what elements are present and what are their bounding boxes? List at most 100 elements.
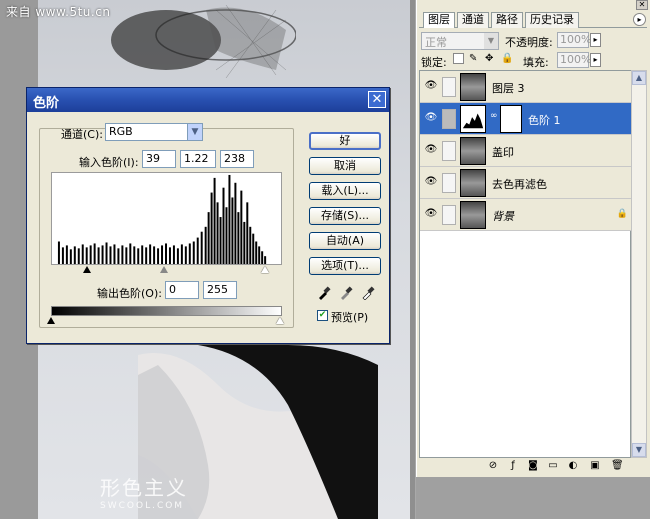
ok-button[interactable]: 好	[309, 132, 381, 150]
save-button[interactable]: 存储(S)...	[309, 207, 381, 225]
opacity-label: 不透明度:	[505, 36, 553, 49]
scroll-up-icon[interactable]: ▲	[632, 71, 646, 85]
input-gamma-field[interactable]: 1.22	[180, 150, 216, 168]
chevron-down-icon: ▼	[187, 124, 202, 140]
layer-name: 盖印	[492, 146, 514, 159]
opacity-arrow-icon[interactable]: ▸	[590, 33, 601, 47]
histogram	[51, 172, 282, 265]
channel-value: RGB	[109, 125, 133, 138]
layer-row[interactable]: 👁 盖印	[420, 135, 632, 167]
channel-select[interactable]: RGB ▼	[105, 123, 203, 141]
panel-close-icon[interactable]: ✕	[636, 0, 648, 10]
layer-thumbnail	[460, 137, 486, 165]
trash-icon[interactable]: 🗑	[611, 460, 624, 472]
logo-text: 形色主义	[100, 476, 188, 500]
workspace-background	[416, 477, 650, 519]
layers-scrollbar[interactable]: ▲ ▼	[631, 70, 647, 458]
output-black-slider[interactable]	[47, 317, 55, 324]
link-layers-icon[interactable]: ⊘	[487, 460, 499, 472]
layer-name: 色阶 1	[528, 114, 561, 127]
tab-history[interactable]: 历史记录	[525, 12, 579, 28]
preview-checkbox[interactable]: ✔	[317, 310, 328, 321]
tab-paths[interactable]: 路径	[491, 12, 523, 28]
panel-tabs: 图层 通道 路径 历史记录	[419, 12, 647, 28]
input-white-field[interactable]: 238	[220, 150, 254, 168]
options-button[interactable]: 选项(T)...	[309, 257, 381, 275]
layer-mask-link-icon[interactable]	[442, 109, 456, 129]
link-slot[interactable]	[442, 77, 456, 97]
logo-url: SWCOOL.COM	[100, 501, 185, 511]
panel-menu-icon[interactable]: ▸	[633, 13, 646, 26]
white-eyedropper-icon[interactable]	[361, 286, 375, 300]
hat-image	[111, 4, 296, 79]
layer-row[interactable]: 👁 背景 🔒	[420, 199, 632, 231]
input-gamma-slider[interactable]	[160, 266, 168, 273]
eye-icon[interactable]: 👁	[424, 209, 438, 219]
fill-label: 填充:	[523, 56, 549, 69]
output-white-field[interactable]: 255	[203, 281, 237, 299]
lock-icon: 🔒	[616, 209, 628, 219]
layer-thumbnail	[460, 169, 486, 197]
output-white-slider[interactable]	[276, 317, 284, 324]
link-slot[interactable]	[442, 173, 456, 193]
opacity-field[interactable]: 100%	[557, 32, 591, 48]
chain-icon: ∞	[490, 111, 498, 121]
input-levels-label: 输入色阶(I):	[79, 156, 139, 169]
link-slot[interactable]	[442, 141, 456, 161]
layer-style-icon[interactable]: ƒ	[507, 460, 519, 472]
cancel-button[interactable]: 取消	[309, 157, 381, 175]
adjustment-layer-icon[interactable]: ◐	[567, 460, 579, 472]
levels-adjustment-icon	[460, 105, 486, 133]
input-white-slider[interactable]	[261, 266, 269, 273]
layer-name: 背景	[492, 210, 514, 223]
output-gradient	[51, 306, 282, 316]
scroll-down-icon[interactable]: ▼	[632, 443, 646, 457]
input-black-slider[interactable]	[83, 266, 91, 273]
lock-all-icon[interactable]: 🔒	[501, 53, 513, 64]
new-group-icon[interactable]: ▭	[547, 460, 559, 472]
layer-row[interactable]: 👁 去色再滤色	[420, 167, 632, 199]
new-layer-icon[interactable]: ▣	[589, 460, 601, 472]
eye-icon[interactable]: 👁	[424, 113, 438, 123]
input-black-field[interactable]: 39	[142, 150, 176, 168]
dialog-title: 色阶	[33, 96, 60, 111]
chevron-down-icon: ▼	[484, 33, 498, 49]
preview-label: 预览(P)	[331, 311, 369, 324]
blend-mode-select[interactable]: 正常 ▼	[421, 32, 499, 50]
source-watermark: 来自 www.5tu.cn	[6, 5, 111, 19]
layer-name: 去色再滤色	[492, 178, 547, 191]
layer-row[interactable]: 👁 图层 3	[420, 71, 632, 103]
layers-footer: ⊘ ƒ ◙ ▭ ◐ ▣ 🗑	[417, 458, 649, 476]
layer-row-selected[interactable]: 👁 ∞ 色阶 1	[420, 103, 632, 135]
auto-button[interactable]: 自动(A)	[309, 232, 381, 250]
link-slot[interactable]	[442, 205, 456, 225]
panel-header[interactable]: ✕	[417, 0, 650, 10]
eye-icon[interactable]: 👁	[424, 177, 438, 187]
layer-thumbnail	[460, 73, 486, 101]
layers-panel: ✕ 图层 通道 路径 历史记录 ▸ 正常 ▼ 不透明度: 100% ▸ 锁定: …	[416, 0, 650, 477]
layer-mask-thumbnail[interactable]	[500, 105, 522, 133]
output-levels-label: 输出色阶(O):	[97, 287, 162, 300]
tab-layers[interactable]: 图层	[423, 12, 455, 28]
fill-arrow-icon[interactable]: ▸	[590, 53, 601, 67]
close-button[interactable]: ✕	[368, 91, 386, 108]
tab-channels[interactable]: 通道	[457, 12, 489, 28]
lock-pixels-icon[interactable]: ✎	[469, 53, 480, 64]
gray-eyedropper-icon[interactable]	[339, 286, 353, 300]
blend-mode-value: 正常	[425, 36, 447, 49]
layers-list: 👁 图层 3 👁 ∞ 色阶 1 👁 盖印 👁 去色再滤色 👁 背景 🔒	[419, 70, 632, 458]
logo-watermark: 形色主义 SWCOOL.COM	[100, 472, 188, 511]
lock-position-icon[interactable]: ✥	[485, 53, 496, 64]
dialog-title-bar[interactable]: 色阶 ✕	[27, 88, 389, 112]
eye-icon[interactable]: 👁	[424, 145, 438, 155]
eye-icon[interactable]: 👁	[424, 81, 438, 91]
add-mask-icon[interactable]: ◙	[527, 460, 539, 472]
levels-dialog: 色阶 ✕ 通道(C): RGB ▼ 输入色阶(I): 39 1.22 238 输…	[26, 87, 390, 344]
output-black-field[interactable]: 0	[165, 281, 199, 299]
channel-label: 通道(C):	[61, 128, 103, 141]
load-button[interactable]: 载入(L)...	[309, 182, 381, 200]
black-eyedropper-icon[interactable]	[317, 286, 331, 300]
fill-field[interactable]: 100%	[557, 52, 591, 68]
layer-thumbnail	[460, 201, 486, 229]
lock-transparency-icon[interactable]	[453, 53, 464, 64]
